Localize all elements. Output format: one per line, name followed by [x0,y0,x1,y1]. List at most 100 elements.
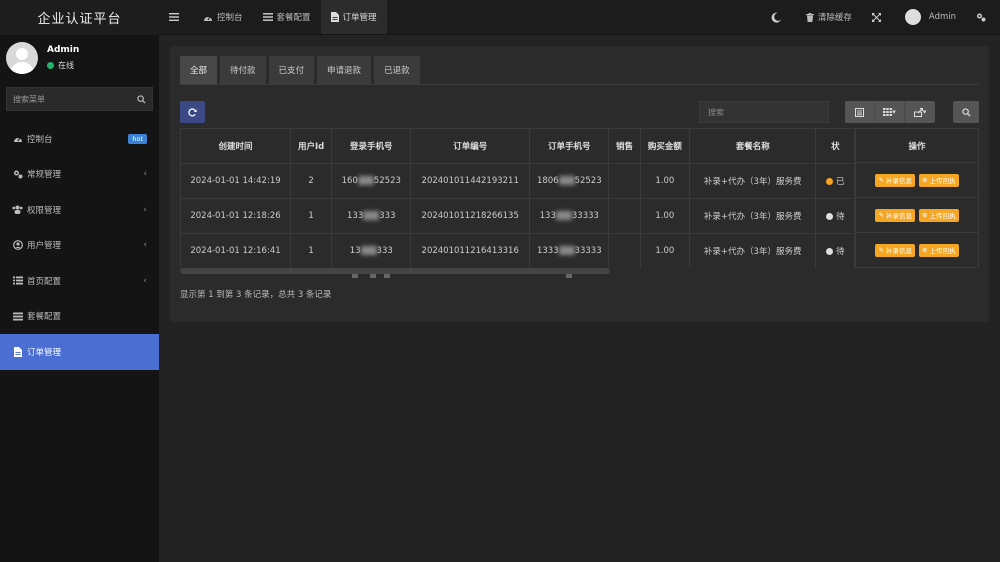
redacted-mask [558,246,575,255]
tab-paid[interactable]: 已支付 [268,56,315,84]
sidebar-item-packages[interactable]: 套餐配置 [0,299,159,335]
tab-pending-payment[interactable]: 待付款 [220,56,266,84]
user-menu[interactable]: Admin [895,0,966,34]
row-actions: ✎ 补录信息 ⊕ 上传回执 [855,233,979,268]
supplement-info-button[interactable]: ✎ 补录信息 [875,173,915,187]
sidebar-item-permissions[interactable]: 权限管理 ‹ [0,192,159,228]
redacted-mask [352,274,358,278]
cell-order-phone: 1333 33333 [529,233,610,268]
cell-order-phone: 1806 52523 [529,163,610,199]
sidebar-item-dashboard[interactable]: 控制台 hot [0,121,159,157]
refresh-icon [188,107,197,116]
col-sales[interactable]: 销售 [608,128,641,164]
row-actions: ✎ 补录信息 ⊕ 上传回执 [855,198,979,233]
col-order-no[interactable]: 订单编号 [410,128,531,164]
hamburger-icon [169,13,179,21]
scrollbar-markers [180,274,610,278]
table-toolbar: ▾ ▾ [180,101,979,123]
col-created-time[interactable]: 创建时间 [180,128,291,164]
export-button[interactable]: ▾ [905,101,935,123]
sidebar-item-label: 订单管理 [27,347,62,358]
tab-label: 订单管理 [342,13,377,23]
tab-all[interactable]: 全部 [180,56,218,84]
supplement-info-button[interactable]: ✎ 补录信息 [875,243,915,257]
menu-search [6,87,153,111]
chevron-left-icon: ‹ [143,169,147,180]
dashboard-icon [204,15,212,21]
clear-cache-button[interactable]: 清除缓存 [796,0,862,34]
theme-toggle-button[interactable] [761,0,796,34]
file-icon [12,346,23,357]
table-search-input[interactable] [708,107,828,117]
user-menu-name: Admin [928,12,956,22]
refresh-button[interactable] [180,101,205,123]
user-status: 在线 [47,58,79,73]
advanced-search-button[interactable] [953,101,979,123]
tab-orders[interactable]: 订单管理 [320,0,387,34]
cell-package: 补录+代办（3年）服务费 [688,233,817,268]
caret-down-icon: ▾ [922,108,927,116]
cell-amount: 1.00 [639,163,690,199]
chevron-left-icon: ‹ [143,275,147,286]
sidebar-item-users[interactable]: 用户管理 ‹ [0,228,159,264]
redacted-mask [370,274,376,278]
menu-search-input[interactable] [13,94,137,104]
col-package[interactable]: 套餐名称 [688,128,817,164]
upload-receipt-button[interactable]: ⊕ 上传回执 [919,173,959,187]
fixed-actions-column: 操作 ✎ 补录信息 ⊕ 上传回执 ✎ 补录信息 ⊕ 上传回执 ✎ 补录信息 ⊕ … [855,128,979,268]
tab-label: 控制台 [217,13,243,23]
avatar [904,9,921,25]
cell-order-no: 202401011218266135 [410,198,531,234]
settings-button[interactable] [966,0,1000,34]
supplement-info-button[interactable]: ✎ 补录信息 [875,208,915,222]
pagination-summary: 显示第 1 到第 3 条记录，总共 3 条记录 [180,290,332,300]
cell-user-id: 1 [289,233,333,268]
tab-dashboard[interactable]: 控制台 [193,0,253,34]
col-login-phone[interactable]: 登录手机号 [331,128,412,164]
col-order-phone[interactable]: 订单手机号 [529,128,610,164]
toggle-view-button[interactable] [845,101,875,123]
col-amount[interactable]: 购买金额 [639,128,690,164]
list-alt-icon [855,107,864,117]
redacted-mask [360,246,377,255]
upload-receipt-button[interactable]: ⊕ 上传回执 [919,243,959,257]
redacted-mask [558,176,575,185]
search-icon[interactable] [137,94,146,104]
sidebar-toggle-button[interactable] [159,0,193,34]
status-filter-tabs: 全部 待付款 已支付 申请退款 已退款 [180,56,423,84]
cell-status: 已 [815,163,856,199]
list-icon [12,275,23,286]
columns-button[interactable]: ▾ [875,101,905,123]
order-panel: 全部 待付款 已支付 申请退款 已退款 ▾ ▾ [170,46,989,322]
cell-sales [608,163,641,199]
trash-icon [805,12,814,22]
upload-icon: ⊕ [922,176,930,184]
cell-login-phone: 160 52523 [331,163,412,199]
sidebar-item-home-config[interactable]: 首页配置 ‹ [0,263,159,299]
brand-title[interactable]: 企业认证平台 [0,0,159,35]
cell-status: 待 [815,198,856,234]
cell-amount: 1.00 [639,233,690,268]
tab-packages[interactable]: 套餐配置 [253,0,321,34]
redacted-mask [357,176,374,185]
col-status[interactable]: 状 [815,128,856,164]
sidebar-item-orders[interactable]: 订单管理 [0,334,159,370]
cell-created: 2024-01-01 12:18:26 [180,198,291,234]
chevron-left-icon: ‹ [143,204,147,215]
cell-login-phone: 133 333 [331,198,412,234]
sidebar-item-general[interactable]: 常规管理 ‹ [0,157,159,193]
cogs-icon [977,13,986,22]
sidebar-item-label: 控制台 [27,134,53,145]
cell-package: 补录+代办（3年）服务费 [688,198,817,234]
tab-refund-requested[interactable]: 申请退款 [317,56,372,84]
avatar [6,41,38,74]
sidebar-item-label: 权限管理 [27,205,62,216]
row-actions: ✎ 补录信息 ⊕ 上传回执 [855,163,979,198]
cogs-icon [12,169,23,180]
fullscreen-button[interactable] [862,0,895,34]
col-user-id[interactable]: 用户Id [289,128,333,164]
upload-receipt-button[interactable]: ⊕ 上传回执 [919,208,959,222]
sidebar-item-label: 常规管理 [27,170,62,181]
tabs-divider [180,84,979,85]
tab-refunded[interactable]: 已退款 [374,56,420,84]
